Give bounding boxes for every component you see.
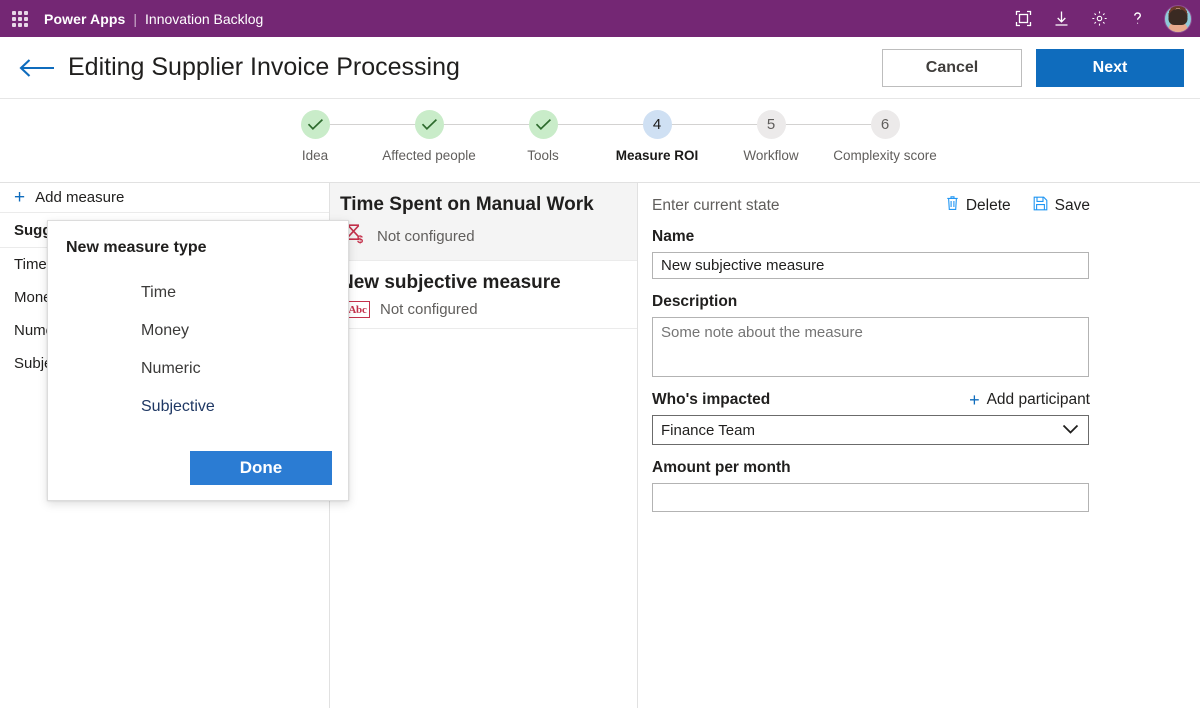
app-name[interactable]: Power Apps [44,11,125,27]
measure-type-option-list: Time Money Numeric Subjective [66,274,332,426]
brand-area: Power Apps | Innovation Backlog [44,11,263,27]
download-icon[interactable] [1044,2,1078,36]
step-label: Measure ROI [615,148,699,163]
help-icon[interactable] [1120,2,1154,36]
measure-type-option-money[interactable]: Money [66,312,332,350]
wizard-stepper: Idea Affected people Tools 4 Measure ROI 5 Wor… [0,99,1200,183]
popup-title: New measure type [66,239,207,256]
save-label: Save [1054,196,1090,214]
description-field-label: Description [652,293,738,310]
step-connector [657,124,771,125]
amount-field-label: Amount per month [652,459,791,476]
command-bar-actions: Cancel Next [882,48,1184,87]
name-field-label: Name [652,228,695,245]
add-participant-button[interactable]: + Add participant [969,391,1090,409]
step-circle: 6 [870,110,900,139]
name-input[interactable] [652,252,1089,279]
measure-type-option-time[interactable]: Time [66,274,332,312]
detail-actions: Delete Save [946,195,1090,216]
new-measure-type-popup: New measure type Time Money Numeric Subject… [47,220,349,501]
measure-type-option-numeric[interactable]: Numeric [66,350,332,388]
impacted-row: Who's impacted + Add participant [652,391,1090,409]
step-complexity-score[interactable]: 6 Complexity score [828,110,942,163]
measure-type-option-subjective[interactable]: Subjective [66,388,332,426]
svg-text:$: $ [357,234,363,245]
step-label: Workflow [743,148,799,163]
measure-card-status-row: $ Not configured [340,223,625,250]
add-measure-label: Add measure [35,189,125,206]
step-circle [528,110,558,139]
step-number: 4 [652,116,662,133]
cancel-button[interactable]: Cancel [882,48,1022,87]
step-number: 5 [766,116,776,133]
user-avatar[interactable] [1164,4,1192,33]
step-connector [315,124,429,125]
measure-card-title: Time Spent on Manual Work [340,194,594,215]
trash-icon [946,195,959,216]
suite-bar: Power Apps | Innovation Backlog [0,0,1200,37]
measure-card-status-row: Abc Not configured [340,301,625,318]
step-affected-people[interactable]: Affected people [372,110,543,163]
step-circle [414,110,444,139]
delete-button[interactable]: Delete [946,195,1011,216]
step-workflow[interactable]: 5 Workflow [714,110,885,163]
step-tools[interactable]: Tools [486,110,657,163]
measure-detail-panel: Enter current state Delete Save Name New… [638,183,1200,708]
step-circle [300,110,330,139]
description-input[interactable] [652,317,1089,377]
done-button[interactable]: Done [190,451,332,485]
step-circle: 5 [756,110,786,139]
current-state-text: Enter current state [652,196,780,214]
suite-bar-actions [1006,2,1192,36]
measure-card-status: Not configured [380,301,478,318]
save-disk-icon [1033,196,1048,216]
gear-icon[interactable] [1082,2,1116,36]
check-icon [535,118,552,131]
measure-cards-panel: Time Spent on Manual Work $ Not configured… [330,183,638,708]
measure-card-status: Not configured [377,228,475,245]
participant-select-wrapper: Finance Team [652,415,1089,445]
command-bar: Editing Supplier Invoice Processing Canc… [0,37,1200,99]
page-title: Editing Supplier Invoice Processing [68,53,460,81]
back-arrow-icon[interactable] [18,51,60,85]
step-label: Complexity score [833,148,937,163]
check-icon [307,118,324,131]
measure-card-title: New subjective measure [340,272,561,293]
step-connector [771,124,885,125]
add-participant-label: Add participant [986,391,1090,408]
plus-icon: + [14,187,26,208]
add-measure-button[interactable]: + Add measure [0,183,329,213]
next-button[interactable]: Next [1036,48,1184,87]
measure-card[interactable]: Time Spent on Manual Work $ Not configured [330,183,637,261]
measure-card[interactable]: New subjective measure Abc Not configured [330,261,637,329]
delete-label: Delete [965,196,1011,214]
check-icon [421,118,438,131]
brand-separator: | [133,10,138,27]
measures-list-panel: + Add measure Suggested TimeMoneyNumeric… [0,183,349,708]
participant-select[interactable]: Finance Team [652,415,1089,445]
amount-input[interactable] [652,483,1089,512]
content-columns: + Add measure Suggested TimeMoneyNumeric… [0,183,1200,708]
impacted-field-label: Who's impacted [652,391,771,408]
step-number: 6 [880,116,890,133]
step-label: Idea [301,148,329,163]
context-name[interactable]: Innovation Backlog [145,11,263,27]
step-idea[interactable]: Idea [258,110,429,163]
step-connector [543,124,657,125]
step-measure-roi[interactable]: 4 Measure ROI [600,110,771,163]
screen-fit-icon[interactable] [1006,2,1040,36]
save-button[interactable]: Save [1033,196,1090,216]
step-circle: 4 [642,110,672,139]
step-label: Tools [527,148,559,163]
step-label: Affected people [382,148,476,163]
app-launcher-icon[interactable] [6,5,34,33]
plus-icon: + [969,390,980,410]
detail-header: Enter current state Delete Save [652,195,1090,216]
step-connector [429,124,543,125]
